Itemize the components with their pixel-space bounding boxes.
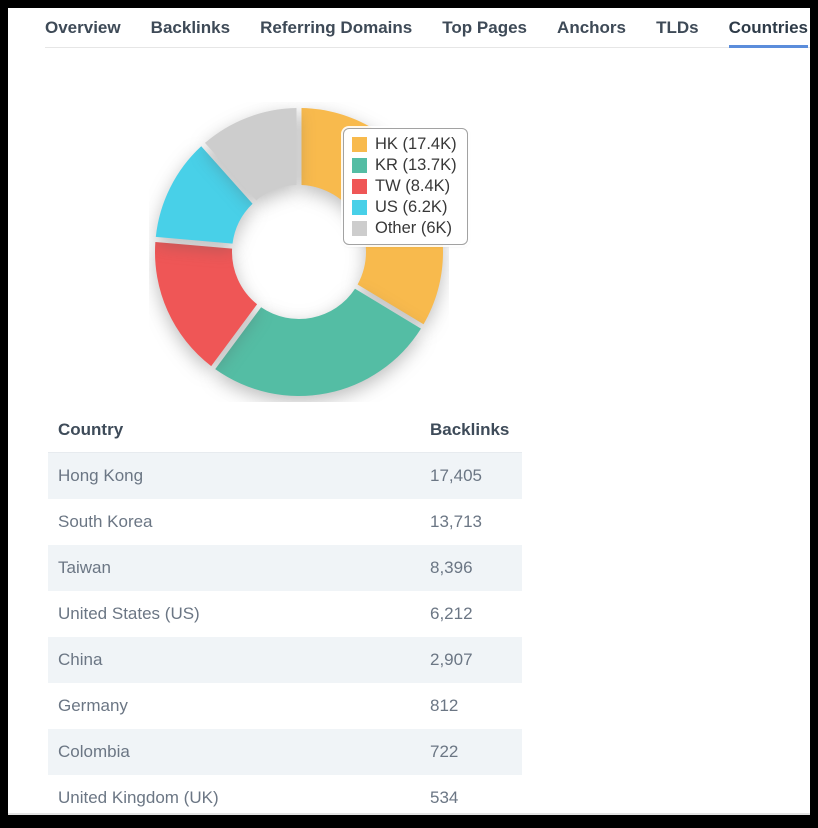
column-header-country: Country: [48, 420, 430, 440]
legend-label: Other (6K): [375, 219, 452, 238]
screenshot-frame: Overview Backlinks Referring Domains Top Pa…: [0, 0, 818, 828]
country-cell: Hong Kong: [48, 466, 430, 486]
legend-label: KR (13.7K): [375, 156, 457, 175]
tab-backlinks[interactable]: Backlinks: [151, 8, 230, 48]
tab-overview[interactable]: Overview: [45, 8, 121, 48]
legend-item-tw[interactable]: TW (8.4K): [352, 176, 457, 197]
chart-legend: HK (17.4K) KR (13.7K) TW (8.4K) US (6.2K) Ot…: [343, 128, 468, 245]
tab-anchors[interactable]: Anchors: [557, 8, 626, 48]
table-row: Taiwan8,396: [48, 545, 522, 591]
legend-label: US (6.2K): [375, 198, 447, 217]
table-row: China2,907: [48, 637, 522, 683]
table-row: Germany812: [48, 683, 522, 729]
country-cell: United States (US): [48, 604, 430, 624]
backlinks-cell: 534: [430, 788, 522, 808]
table-row: United States (US)6,212: [48, 591, 522, 637]
country-cell: China: [48, 650, 430, 670]
tab-countries[interactable]: Countries: [729, 8, 808, 48]
legend-swatch-tw: [352, 179, 367, 194]
table-row: Colombia722: [48, 729, 522, 775]
table-row: United Kingdom (UK)534: [48, 775, 522, 815]
legend-item-us[interactable]: US (6.2K): [352, 197, 457, 218]
legend-swatch-kr: [352, 158, 367, 173]
backlinks-cell: 17,405: [430, 466, 522, 486]
page: Overview Backlinks Referring Domains Top Pa…: [8, 8, 810, 815]
backlinks-cell: 6,212: [430, 604, 522, 624]
column-header-backlinks: Backlinks: [430, 420, 522, 440]
legend-swatch-hk: [352, 137, 367, 152]
backlinks-cell: 2,907: [430, 650, 522, 670]
table-body: Hong Kong17,405South Korea13,713Taiwan8,…: [48, 453, 522, 815]
tab-bar: Overview Backlinks Referring Domains Top Pa…: [45, 8, 810, 48]
backlinks-cell: 812: [430, 696, 522, 716]
backlinks-cell: 722: [430, 742, 522, 762]
countries-table: Country Backlinks Hong Kong17,405South K…: [48, 407, 522, 815]
table-header-row: Country Backlinks: [48, 407, 522, 453]
tab-referring-domains[interactable]: Referring Domains: [260, 8, 412, 48]
legend-item-kr[interactable]: KR (13.7K): [352, 155, 457, 176]
country-cell: South Korea: [48, 512, 430, 532]
backlinks-cell: 13,713: [430, 512, 522, 532]
legend-label: HK (17.4K): [375, 135, 457, 154]
backlinks-cell: 8,396: [430, 558, 522, 578]
legend-item-hk[interactable]: HK (17.4K): [352, 134, 457, 155]
country-cell: United Kingdom (UK): [48, 788, 430, 808]
legend-label: TW (8.4K): [375, 177, 450, 196]
table-row: Hong Kong17,405: [48, 453, 522, 499]
country-cell: Germany: [48, 696, 430, 716]
tab-top-pages[interactable]: Top Pages: [442, 8, 527, 48]
legend-swatch-us: [352, 200, 367, 215]
legend-item-other[interactable]: Other (6K): [352, 218, 457, 239]
table-row: South Korea13,713: [48, 499, 522, 545]
country-cell: Colombia: [48, 742, 430, 762]
country-cell: Taiwan: [48, 558, 430, 578]
tab-tlds[interactable]: TLDs: [656, 8, 699, 48]
legend-swatch-other: [352, 221, 367, 236]
